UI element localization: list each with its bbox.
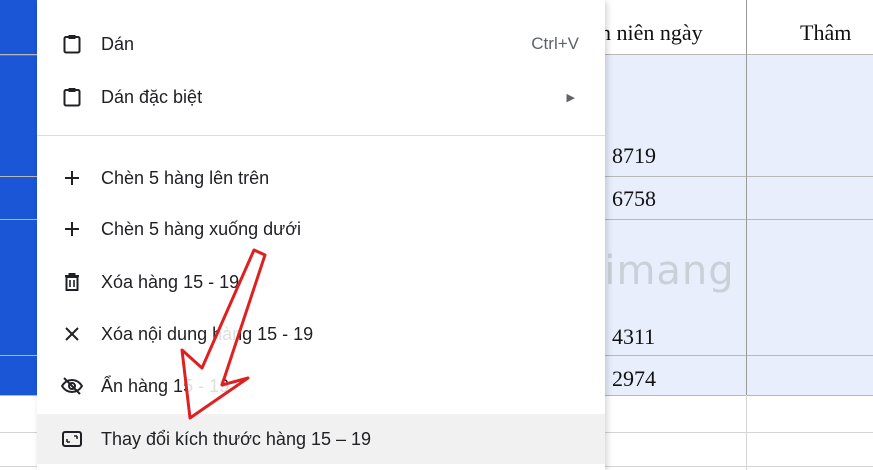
annotation-arrow-icon (180, 248, 267, 420)
